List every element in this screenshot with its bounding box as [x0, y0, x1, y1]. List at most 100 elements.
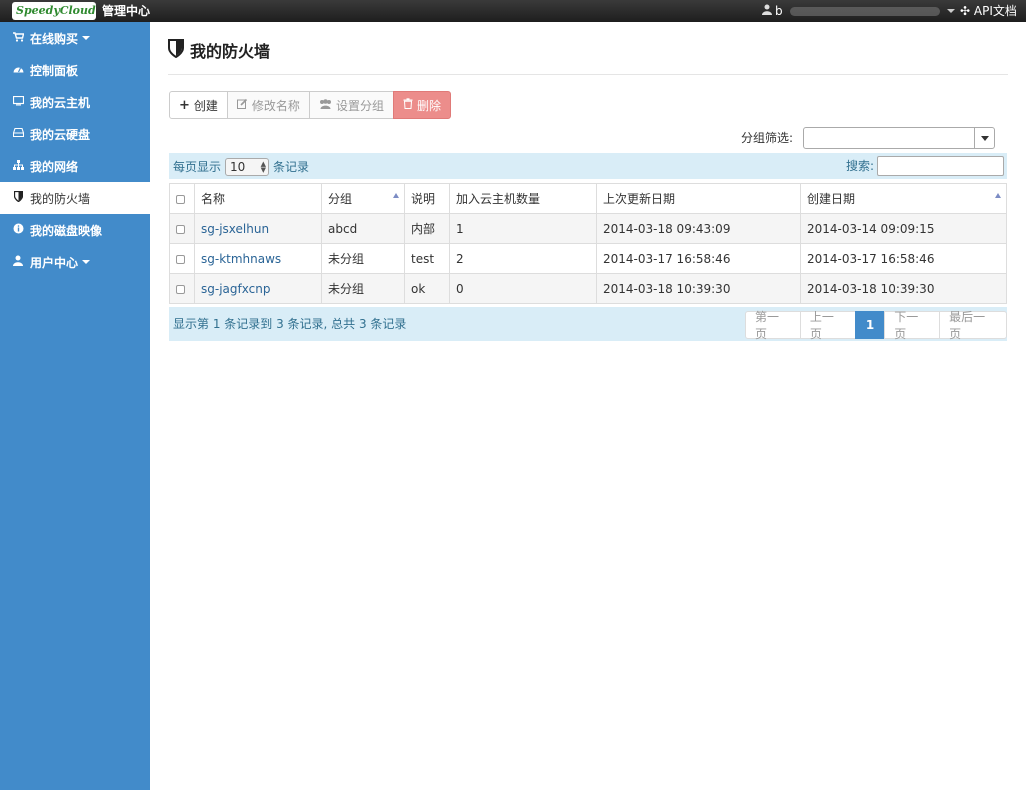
shield-icon [168, 38, 184, 62]
sidebar-item-cloud-disks[interactable]: 我的云硬盘 [0, 118, 150, 150]
cell-name: sg-ktmhnaws [194, 243, 322, 274]
row-checkbox[interactable] [176, 224, 185, 234]
user-name: b [775, 4, 783, 18]
per-page-control: 每页显示 10 ▲ ▼ 条记录 [173, 158, 309, 176]
table-row: sg-jagfxcnp 未分组 ok 0 2014-03-18 10:39:30… [169, 273, 1007, 304]
table-footer-bar: 显示第 1 条记录到 3 条记录, 总共 3 条记录 第一页 上一页 1 下一页… [169, 307, 1008, 341]
page-current-button[interactable]: 1 [854, 311, 886, 339]
page-first-button[interactable]: 第一页 [745, 310, 801, 341]
pagination: 第一页 上一页 1 下一页 最后一页 [745, 310, 1008, 341]
sidebar-item-firewall[interactable]: 我的防火墙 [0, 182, 150, 214]
per-page-suffix: 条记录 [273, 160, 310, 174]
cell-description: 内部 [404, 213, 450, 244]
monitor-icon [12, 95, 24, 109]
row-checkbox[interactable] [176, 254, 185, 264]
sidebar: 在线购买 控制面板 我的云主机 我的云硬盘 我的网络 我的防火墙 我的磁盘映像 … [0, 22, 150, 790]
page-next-button[interactable]: 下一页 [884, 310, 941, 341]
sidebar-item-label: 我的云主机 [30, 95, 91, 110]
top-navbar: SpeedyCloud 管理中心 b ✣ API文档 [0, 0, 1026, 22]
per-page-value: 10 [230, 160, 246, 174]
updown-arrows-icon: ▲ ▼ [260, 160, 267, 174]
rename-button[interactable]: 修改名称 [226, 91, 310, 119]
firewall-table: 名称 分组 说明 加入云主机数量 上次更新日期 创建日期 sg-jsxelhun… [169, 183, 1007, 304]
page-prev-button[interactable]: 上一页 [799, 310, 856, 341]
plus-icon: + [179, 97, 190, 113]
sidebar-item-online-purchase[interactable]: 在线购买 [0, 22, 150, 54]
sidebar-item-disk-images[interactable]: 我的磁盘映像 [0, 214, 150, 246]
set-group-button[interactable]: 设置分组 [308, 91, 394, 119]
cell-group: 未分组 [321, 243, 405, 274]
cell-description: ok [404, 273, 450, 304]
rename-label: 修改名称 [251, 98, 300, 113]
sort-asc-icon [393, 193, 399, 198]
api-docs-link[interactable]: ✣ API文档 [960, 3, 1017, 19]
row-checkbox-cell [169, 243, 195, 274]
col-header-description[interactable]: 说明 [404, 183, 450, 214]
page-last-button[interactable]: 最后一页 [939, 310, 1008, 341]
cell-description: test [404, 243, 450, 274]
harddisk-icon [12, 127, 24, 140]
per-page-select[interactable]: 10 ▲ ▼ [225, 158, 270, 176]
api-docs-label: API文档 [973, 4, 1017, 18]
table-controls-bar: 每页显示 10 ▲ ▼ 条记录 搜索: [169, 153, 1007, 179]
table-row: sg-ktmhnaws 未分组 test 2 2014-03-17 16:58:… [169, 243, 1007, 274]
delete-button[interactable]: 删除 [392, 91, 451, 119]
cell-host-count: 0 [449, 273, 597, 304]
row-checkbox-cell [169, 273, 195, 304]
page-title: 我的防火墙 [168, 38, 270, 62]
cart-icon [12, 31, 24, 45]
select-all-cell [169, 183, 195, 214]
cell-name: sg-jagfxcnp [194, 273, 322, 304]
cell-updated: 2014-03-18 10:39:30 [596, 273, 801, 304]
sitemap-icon [12, 159, 24, 173]
col-header-group-label: 分组 [328, 192, 353, 206]
cell-host-count: 1 [449, 213, 597, 244]
sidebar-item-dashboard[interactable]: 控制面板 [0, 54, 150, 86]
title-divider [168, 74, 1008, 75]
create-label: 创建 [193, 98, 218, 113]
puzzle-icon: ✣ [960, 4, 971, 18]
user-menu[interactable]: b [762, 3, 955, 19]
firewall-name-link[interactable]: sg-jsxelhun [201, 222, 269, 236]
cell-created: 2014-03-14 09:09:15 [800, 213, 1007, 244]
firewall-name-link[interactable]: sg-ktmhnaws [201, 252, 281, 266]
cell-name: sg-jsxelhun [194, 213, 322, 244]
shield-icon [12, 190, 24, 205]
col-header-updated[interactable]: 上次更新日期 [596, 183, 801, 214]
group-filter-label: 分组筛选: [741, 131, 794, 145]
trash-icon [403, 98, 413, 112]
sidebar-item-label: 我的防火墙 [30, 191, 91, 206]
sidebar-item-label: 用户中心 [30, 255, 79, 270]
firewall-name-link[interactable]: sg-jagfxcnp [201, 282, 270, 296]
user-icon [762, 3, 772, 19]
create-button[interactable]: + 创建 [169, 91, 228, 119]
row-checkbox-cell [169, 213, 195, 244]
row-checkbox[interactable] [176, 284, 185, 294]
table-row: sg-jsxelhun abcd 内部 1 2014-03-18 09:43:0… [169, 213, 1007, 244]
group-filter-select[interactable] [803, 127, 995, 149]
sidebar-item-network[interactable]: 我的网络 [0, 150, 150, 182]
delete-label: 删除 [416, 98, 441, 113]
col-header-host-count[interactable]: 加入云主机数量 [449, 183, 597, 214]
sidebar-item-label: 控制面板 [30, 63, 79, 78]
col-header-created-label: 创建日期 [807, 192, 856, 206]
col-header-name[interactable]: 名称 [194, 183, 322, 214]
speedycloud-logo[interactable]: SpeedyCloud [12, 2, 96, 20]
chevron-down-icon [82, 260, 91, 264]
cell-host-count: 2 [449, 243, 597, 274]
user-icon [12, 255, 24, 269]
col-header-group[interactable]: 分组 [321, 183, 405, 214]
search-label: 搜索: [846, 159, 875, 173]
sidebar-item-user-center[interactable]: 用户中心 [0, 246, 150, 278]
cell-created: 2014-03-18 10:39:30 [800, 273, 1007, 304]
redacted-username [789, 6, 940, 16]
col-header-created[interactable]: 创建日期 [800, 183, 1007, 214]
search-input[interactable] [877, 156, 1004, 176]
select-all-checkbox[interactable] [176, 194, 185, 204]
app-title[interactable]: 管理中心 [102, 3, 150, 19]
sidebar-item-cloud-hosts[interactable]: 我的云主机 [0, 86, 150, 118]
page-title-text: 我的防火墙 [190, 42, 271, 61]
cell-group: abcd [321, 213, 405, 244]
chevron-down-icon [946, 9, 955, 13]
cell-group: 未分组 [321, 273, 405, 304]
